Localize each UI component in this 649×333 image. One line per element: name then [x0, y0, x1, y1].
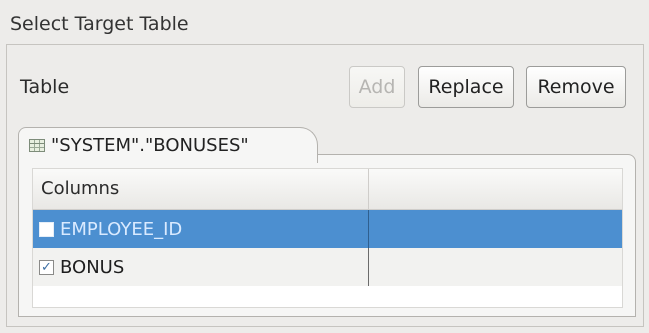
- empty-cell: [369, 248, 622, 286]
- table-icon: [29, 139, 45, 152]
- column-header-columns[interactable]: Columns: [33, 169, 369, 209]
- add-button[interactable]: Add: [349, 66, 405, 108]
- columns-table: Columns EMPLOYEE_ID ✓ BONUS: [32, 168, 623, 308]
- checkbox-employee-id[interactable]: [39, 221, 54, 237]
- column-cell: EMPLOYEE_ID: [33, 210, 369, 248]
- checkbox-bonus[interactable]: ✓: [39, 259, 54, 275]
- column-name: EMPLOYEE_ID: [60, 218, 183, 240]
- replace-button[interactable]: Replace: [418, 66, 514, 108]
- column-cell: ✓ BONUS: [33, 248, 369, 286]
- table-row[interactable]: ✓ BONUS: [33, 248, 622, 286]
- table-label: Table: [20, 76, 70, 98]
- section-title: Select Target Table: [10, 13, 189, 35]
- tab-system-bonuses[interactable]: "SYSTEM"."BONUSES": [18, 127, 318, 163]
- table-header: Columns: [33, 169, 622, 210]
- column-header-empty[interactable]: [369, 169, 622, 209]
- column-name: BONUS: [60, 256, 125, 278]
- remove-button[interactable]: Remove: [526, 66, 626, 108]
- empty-cell: [369, 210, 622, 248]
- tab-label: "SYSTEM"."BONUSES": [51, 135, 249, 156]
- table-row[interactable]: EMPLOYEE_ID: [33, 210, 622, 248]
